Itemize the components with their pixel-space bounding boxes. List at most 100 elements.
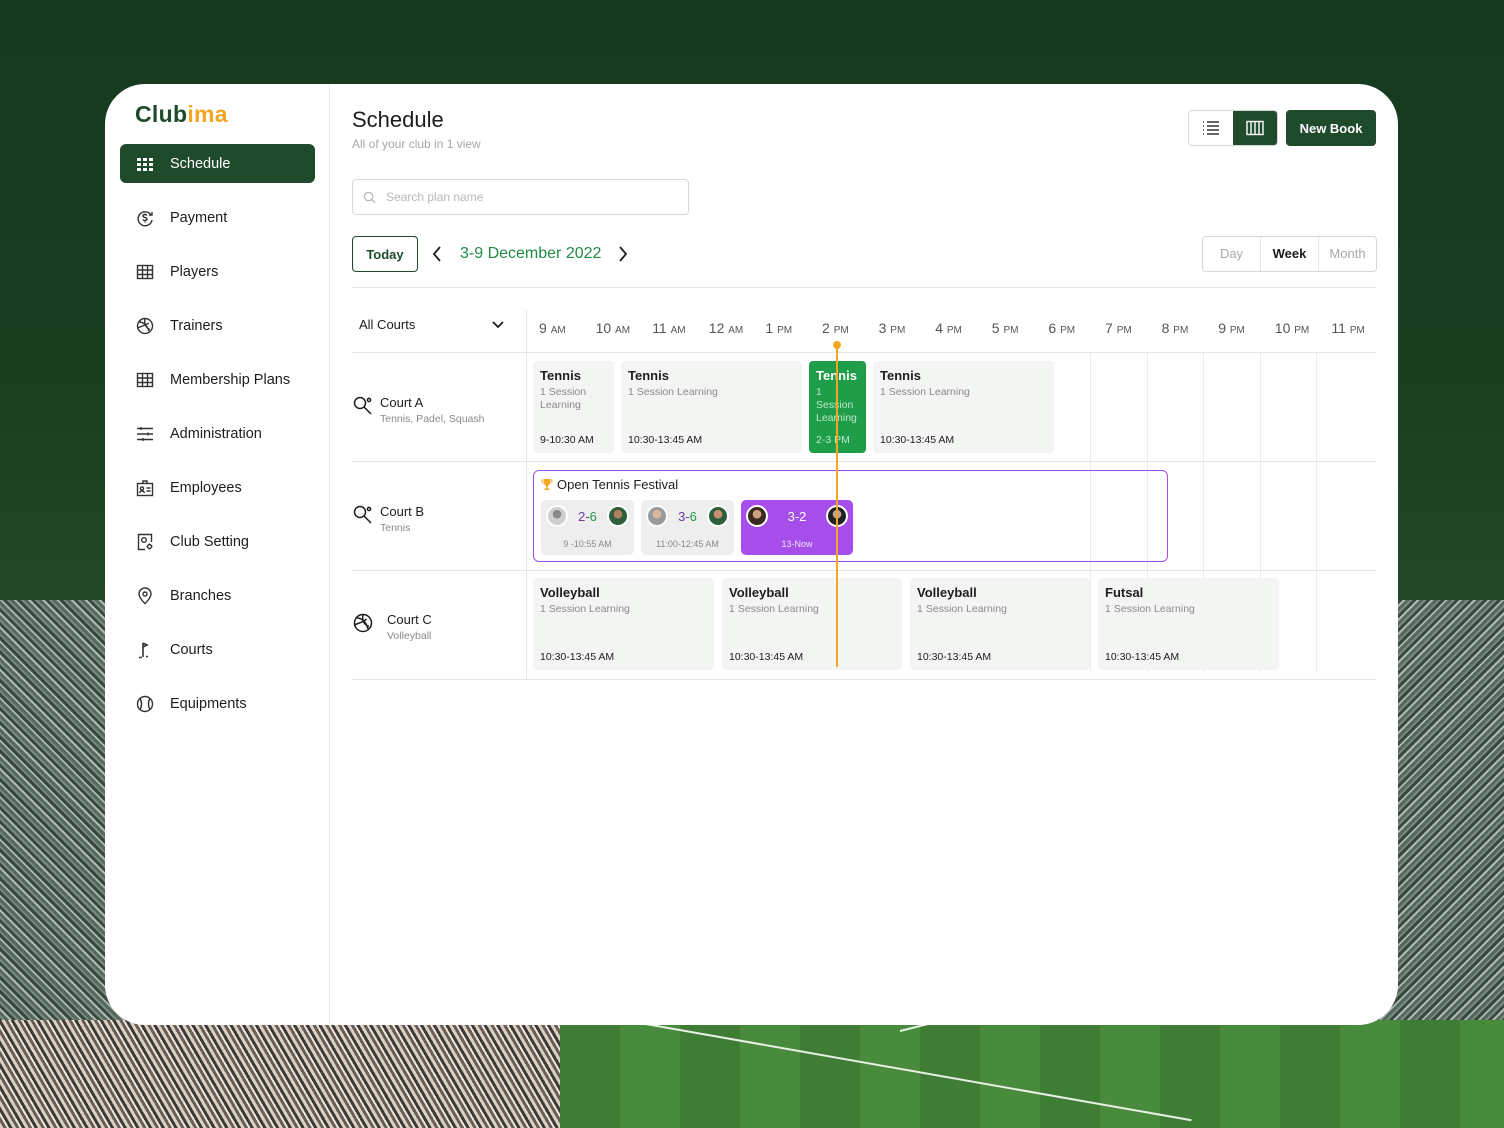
sidebar-item-label: Payment [170,209,228,226]
hour-label: 8 PM [1161,320,1189,336]
list-view-button[interactable] [1189,111,1233,145]
court-b-label[interactable]: Court B Tennis [352,504,424,534]
court-name: Court C [387,612,432,627]
new-book-button[interactable]: New Book [1286,110,1376,146]
court-name: Court A [380,395,424,410]
match-time: 11:00-12:45 AM [656,539,719,549]
schedule-grid: All Courts 9 AM 10 AM 11 AM 12 AM 1 PM 2 PM 3 … [352,287,1376,680]
sidebar-item-label: Trainers [170,317,223,334]
sidebar-item-schedule[interactable]: Schedule [120,144,315,183]
flag-icon [135,640,155,660]
event-card[interactable]: Volleyball 1 Session Learning 10:30-13:4… [722,578,902,670]
sidebar: Clubima Schedule Payment Players Trainer… [105,84,330,1025]
event-title: Volleyball [917,585,977,600]
hour-label: 4 PM [935,320,962,336]
app-window: Clubima Schedule Payment Players Trainer… [105,84,1398,1025]
match-players: 2-6 [546,505,629,527]
next-week-button[interactable] [613,244,633,264]
event-time: 2-3 PM [816,434,850,446]
sidebar-item-branches[interactable]: Branches [120,576,315,615]
avatar [707,505,729,527]
chevron-right-icon [619,246,628,262]
divider [352,287,1376,288]
avatar [646,505,668,527]
sidebar-item-label: Players [170,263,219,280]
hour-label: 6 PM [1048,320,1076,336]
chevron-down-icon [492,320,504,328]
main-content: Schedule All of your club in 1 view New … [330,84,1398,1025]
event-card[interactable]: Tennis 1 Session Learning 10:30-13:45 AM [873,361,1054,453]
racket-icon [353,505,372,524]
view-toggle [1188,110,1278,146]
range-day[interactable]: Day [1203,237,1260,271]
sidebar-item-label: Administration [170,425,262,442]
columns-icon [1246,120,1264,136]
match-card[interactable]: 3-6 11:00-12:45 AM [641,500,734,555]
court-c-label[interactable]: Court C Volleyball [352,612,432,642]
sidebar-item-employees[interactable]: Employees [120,468,315,507]
match-card[interactable]: 2-6 9 -10:55 AM [541,500,634,555]
event-card[interactable]: Tennis 1 Session Learning 9-10:30 AM [533,361,614,453]
range-month[interactable]: Month [1319,237,1376,271]
sidebar-item-label: Membership Plans [170,371,291,388]
divider [526,310,527,680]
divider [352,679,1376,680]
court-filter-dropdown[interactable]: All Courts [359,317,504,332]
page-subtitle: All of your club in 1 view [352,137,481,151]
brand-logo[interactable]: Clubima [135,101,228,128]
volleyball-icon [353,613,373,633]
settings-doc-icon [135,532,155,552]
event-title: Tennis [628,368,669,383]
today-button[interactable]: Today [352,236,418,272]
sidebar-item-courts[interactable]: Courts [120,630,315,669]
event-title: Volleyball [540,585,600,600]
avatar [746,505,768,527]
date-range-label: 3-9 December 2022 [460,245,602,262]
event-subtitle: 1 Session Learning [1105,603,1195,615]
event-title: Tennis [880,368,921,383]
trophy-icon [541,479,553,491]
search-input[interactable] [386,190,666,204]
event-card[interactable]: Tennis 1 Session Learning 10:30-13:45 AM [621,361,802,453]
event-time: 10:30-13:45 AM [1105,651,1180,663]
match-time: 9 -10:55 AM [563,539,612,549]
event-subtitle: 1 Session Learning [540,603,630,615]
event-subtitle: 1 Session Learning [729,603,819,615]
sidebar-item-administration[interactable]: Administration [120,414,315,453]
court-a-label[interactable]: Court A Tennis, Padel, Squash [352,395,485,425]
prev-week-button[interactable] [427,244,447,264]
sidebar-item-label: Courts [170,641,213,658]
festival-block[interactable]: Open Tennis Festival 2-6 9 -10:55 AM 3-6 [533,470,1168,562]
sidebar-item-membership-plans[interactable]: Membership Plans [120,360,315,399]
event-subtitle: 1 Session Learning [540,386,587,411]
tennis-ball-icon [135,694,155,714]
sidebar-item-equipments[interactable]: Equipments [120,684,315,723]
current-time-line [836,345,838,667]
event-card[interactable]: Futsal 1 Session Learning 10:30-13:45 AM [1098,578,1279,670]
hour-label: 12 AM [708,320,744,336]
sidebar-item-club-setting[interactable]: Club Setting [120,522,315,561]
sidebar-item-payment[interactable]: Payment [120,198,315,237]
event-subtitle: 1 Session Learning [880,386,970,398]
hour-label: 11 AM [652,320,686,336]
event-card[interactable]: Volleyball 1 Session Learning 10:30-13:4… [910,578,1090,670]
calendar-view-button[interactable] [1233,111,1277,145]
hour-label: 10 PM [1274,320,1310,336]
hour-label: 5 PM [991,320,1019,336]
court-sports: Tennis [380,522,411,534]
festival-title: Open Tennis Festival [541,477,678,492]
divider [352,461,1376,462]
sidebar-item-players[interactable]: Players [120,252,315,291]
event-time: 10:30-13:45 AM [628,434,703,446]
match-score: 3-2 [787,508,807,524]
grid-icon [135,154,155,174]
range-week[interactable]: Week [1260,237,1319,271]
table-icon [135,262,155,282]
event-card[interactable]: Volleyball 1 Session Learning 10:30-13:4… [533,578,714,670]
court-filter-value: All Courts [359,317,416,332]
hour-gridline [1316,352,1318,672]
match-score: 2-6 [578,508,597,524]
table-icon [135,370,155,390]
event-title: Volleyball [729,585,789,600]
sidebar-item-trainers[interactable]: Trainers [120,306,315,345]
